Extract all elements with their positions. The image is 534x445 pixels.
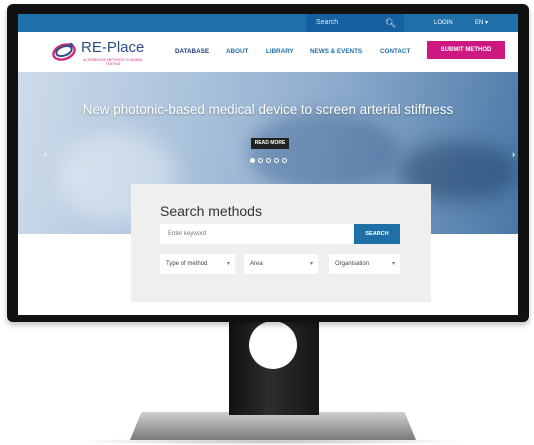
carousel-dot[interactable]: [266, 158, 271, 163]
chevron-left-icon[interactable]: ‹: [44, 149, 47, 159]
search-button[interactable]: SEARCH: [354, 224, 400, 244]
carousel-dot[interactable]: [258, 158, 263, 163]
area-label: Area: [250, 261, 263, 267]
read-more-button[interactable]: READ MORE: [251, 138, 289, 149]
organisation-label: Organisation: [335, 261, 370, 267]
monitor-stand-base: [130, 412, 416, 440]
re-place-logo-icon[interactable]: [51, 39, 77, 63]
chevron-down-icon: ▾: [226, 261, 230, 267]
nav-contact[interactable]: CONTACT: [380, 48, 410, 55]
nav-library[interactable]: LIBRARY: [266, 48, 294, 55]
carousel-dots: [250, 158, 287, 163]
language-label: EN: [475, 20, 484, 26]
logo-text[interactable]: RE-Place: [81, 39, 144, 56]
hero-title: New photonic-based medical device to scr…: [82, 102, 454, 117]
organisation-select[interactable]: Organisation ▾: [329, 254, 400, 274]
monitor-screen: Search 🔍︎ LOGIN EN ▾ RE-Place ALTERNATIV…: [18, 14, 518, 315]
carousel-dot[interactable]: [274, 158, 279, 163]
top-search-label: Search: [316, 19, 339, 26]
carousel-dot[interactable]: [250, 158, 255, 163]
chevron-down-icon: ▾: [485, 20, 489, 26]
top-bar: Search 🔍︎ LOGIN EN ▾: [18, 14, 518, 32]
area-select[interactable]: Area ▾: [244, 254, 318, 274]
nav-about[interactable]: ABOUT: [226, 48, 248, 55]
language-select[interactable]: EN ▾: [475, 14, 488, 32]
submit-method-button[interactable]: SUBMIT METHOD: [427, 41, 505, 59]
nav-news-events[interactable]: NEWS & EVENTS: [310, 48, 362, 55]
site-header: RE-Place ALTERNATIVE METHODS TO ANIMAL T…: [18, 32, 518, 72]
hero-image-shape: [248, 112, 398, 192]
chevron-down-icon: ▾: [391, 261, 395, 267]
search-methods-panel: Search methods Enter keyword SEARCH Type…: [131, 184, 431, 302]
monitor-frame: Search 🔍︎ LOGIN EN ▾ RE-Place ALTERNATIV…: [7, 4, 529, 322]
login-link[interactable]: LOGIN: [434, 14, 453, 32]
search-panel-title: Search methods: [160, 203, 262, 219]
monitor-stand-hole: [249, 321, 297, 369]
chevron-down-icon: ▾: [309, 261, 313, 267]
keyword-input[interactable]: Enter keyword: [160, 224, 353, 244]
type-of-method-label: Type of method: [166, 261, 208, 267]
nav-database[interactable]: DATABASE: [175, 48, 209, 55]
type-of-method-select[interactable]: Type of method ▾: [160, 254, 235, 274]
carousel-dot[interactable]: [282, 158, 287, 163]
search-icon[interactable]: 🔍︎: [385, 14, 396, 32]
logo-subtitle: ALTERNATIVE METHODS TO ANIMAL TESTING: [83, 58, 143, 66]
chevron-right-icon[interactable]: ›: [512, 149, 515, 159]
top-search-field[interactable]: Search 🔍︎: [306, 14, 404, 32]
